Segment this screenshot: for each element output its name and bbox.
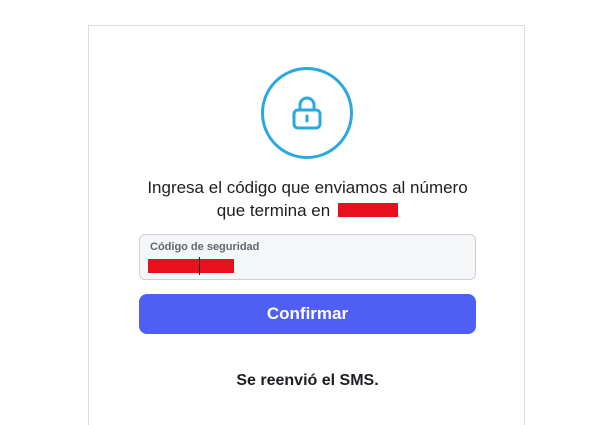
confirm-button[interactable]: Confirmar bbox=[139, 294, 476, 334]
redacted-phone-digits bbox=[338, 202, 399, 217]
instruction-line-1: Ingresa el código que enviamos al número bbox=[147, 178, 468, 197]
lock-icon-circle bbox=[261, 67, 353, 159]
verification-card: Ingresa el código que enviamos al número… bbox=[88, 25, 525, 425]
redacted-code-value bbox=[148, 259, 234, 273]
text-cursor bbox=[199, 257, 200, 275]
security-code-label: Código de seguridad bbox=[150, 241, 260, 253]
instruction-line-2: que termina en bbox=[89, 199, 526, 222]
security-code-input[interactable]: Código de seguridad bbox=[139, 234, 476, 280]
sms-resent-message: Se reenvió el SMS. bbox=[236, 372, 379, 389]
padlock-icon bbox=[292, 96, 322, 130]
instructions-text: Ingresa el código que enviamos al número… bbox=[89, 176, 526, 222]
instruction-line-2-text: que termina en bbox=[216, 201, 331, 220]
